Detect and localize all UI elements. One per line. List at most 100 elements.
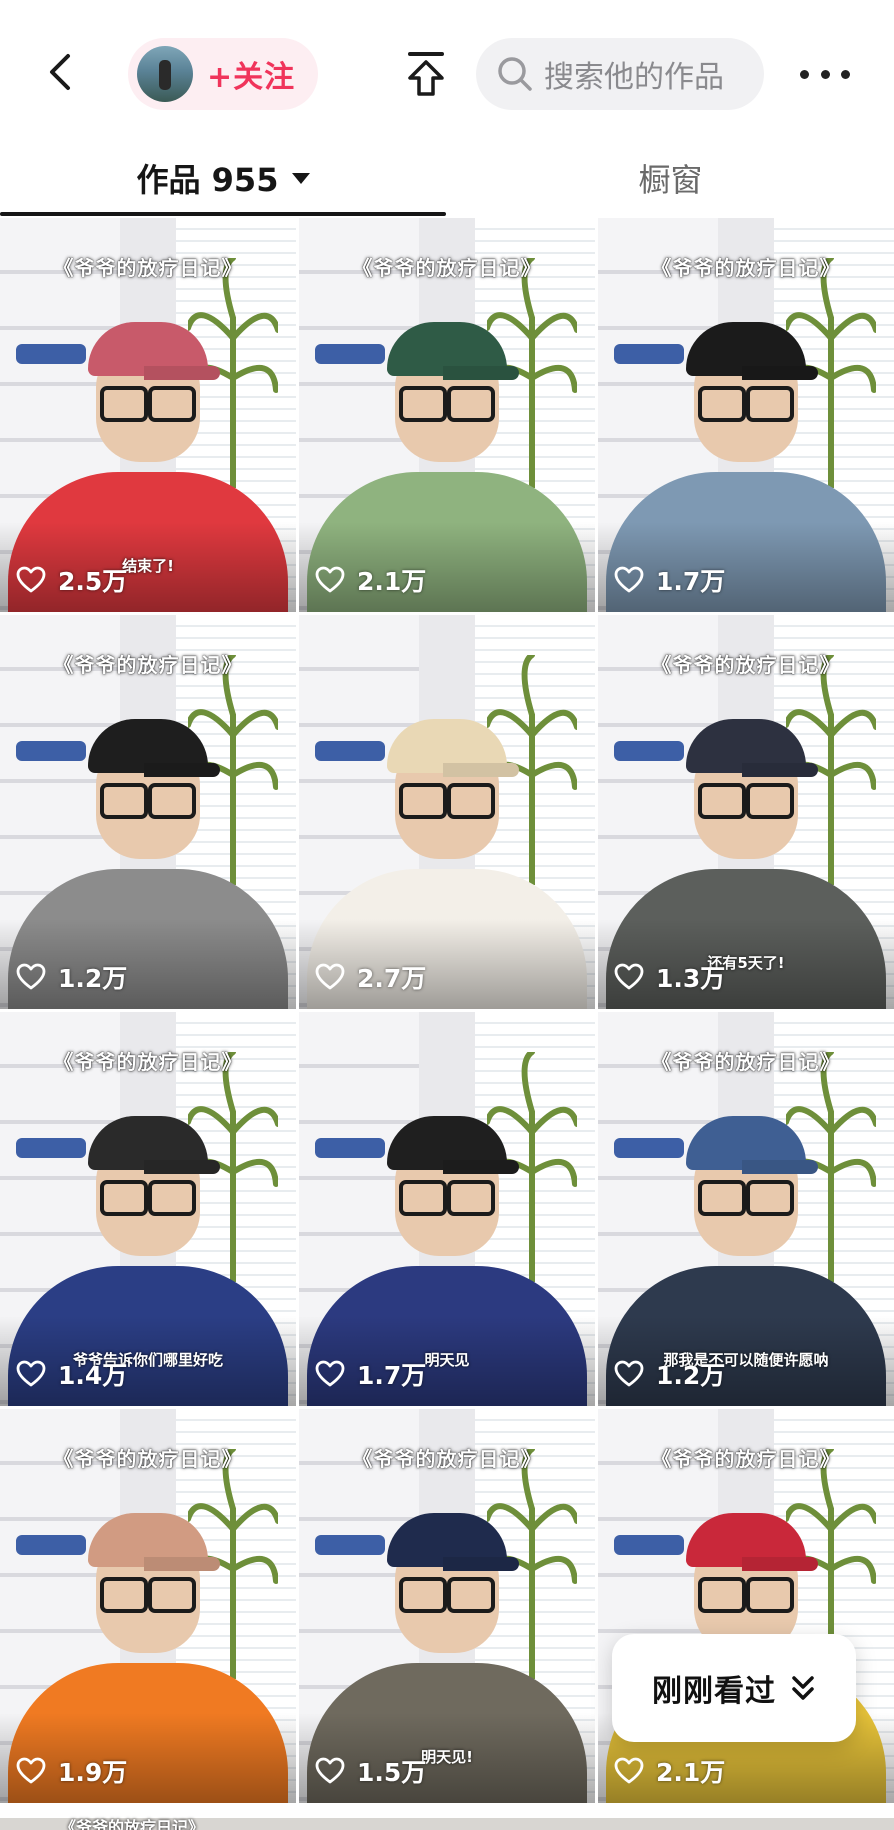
cap-icon <box>387 719 507 773</box>
glasses-icon <box>698 1577 794 1613</box>
caret-down-icon <box>292 172 311 184</box>
video-tile[interactable]: 2.7万 <box>299 615 595 1009</box>
glasses-icon <box>399 783 495 819</box>
video-tile[interactable]: 《爷爷的放疗日记》 2.1万 <box>299 218 595 612</box>
cap-icon <box>387 322 507 376</box>
recently-viewed-label: 刚刚看过 <box>652 1674 776 1709</box>
back-button[interactable] <box>40 50 84 94</box>
video-tile[interactable]: 《爷爷的放疗日记》 2.1万 <box>598 1409 894 1803</box>
recently-viewed-button[interactable]: 刚刚看过 <box>612 1634 856 1742</box>
video-caption: 《爷爷的放疗日记》 <box>352 256 542 280</box>
video-tile[interactable]: 明天见 1.7万 <box>299 1012 595 1406</box>
video-tile[interactable]: 《爷爷的放疗日记》 还有5天了! 1.3万 <box>598 615 894 1009</box>
like-count: 1.3万 <box>614 959 725 995</box>
like-count-value: 2.1万 <box>656 1758 726 1787</box>
cap-icon <box>387 1116 507 1170</box>
like-count-value: 1.2万 <box>58 964 128 993</box>
search-placeholder: 搜索他的作品 <box>544 60 724 95</box>
heart-icon <box>16 1757 46 1784</box>
profile-tabs: 作品 955 橱窗 <box>0 140 894 216</box>
video-caption: 《爷爷的放疗日记》 <box>53 256 243 280</box>
active-tab-indicator <box>0 212 446 216</box>
video-caption: 《爷爷的放疗日记》 <box>651 256 841 280</box>
tab-showcase[interactable]: 橱窗 <box>447 140 894 216</box>
like-count: 1.2万 <box>614 1356 725 1392</box>
video-tile[interactable]: 《爷爷的放疗日记》 1.2万 <box>0 615 296 1009</box>
share-upload-icon <box>408 52 444 96</box>
like-count-value: 1.9万 <box>58 1758 128 1787</box>
tab-showcase-label: 橱窗 <box>638 161 703 199</box>
video-grid: 《爷爷的放疗日记》 结束了! 2.5万 《爷爷的放疗日记》 2.1万 《爷爷的放疗日记》 1… <box>0 218 894 1830</box>
video-caption: 《爷爷的放疗日记》 <box>352 1447 542 1471</box>
more-dot <box>841 69 850 79</box>
like-count: 2.7万 <box>315 959 426 995</box>
glasses-icon <box>399 1180 495 1216</box>
heart-icon <box>315 566 345 593</box>
double-chevron-down-icon <box>792 1676 814 1700</box>
cap-icon <box>88 1513 208 1567</box>
tab-works-label: 作品 955 <box>136 161 279 199</box>
heart-icon <box>614 566 644 593</box>
like-count-value: 1.5万 <box>357 1758 427 1787</box>
chevron-left-icon <box>50 54 70 90</box>
cap-icon <box>88 1116 208 1170</box>
video-tile[interactable]: 《爷爷的放疗日记》 1.7万 <box>598 218 894 612</box>
like-count-value: 1.3万 <box>656 964 726 993</box>
video-caption: 《爷爷的放疗日记》 <box>651 1050 841 1074</box>
more-button[interactable] <box>800 60 850 88</box>
follow-button[interactable]: +关注 <box>128 38 318 110</box>
like-count: 1.5万 <box>315 1753 426 1789</box>
like-count: 1.7万 <box>614 562 725 598</box>
search-input[interactable]: 搜索他的作品 <box>476 38 764 110</box>
glasses-icon <box>399 1577 495 1613</box>
share-button[interactable] <box>404 50 448 98</box>
like-count: 1.4万 <box>16 1356 127 1392</box>
like-count-value: 1.7万 <box>656 567 726 596</box>
heart-icon <box>16 963 46 990</box>
video-caption: 《爷爷的放疗日记》 <box>651 1447 841 1471</box>
like-count-value: 1.2万 <box>656 1361 726 1390</box>
like-count-value: 1.4万 <box>58 1361 128 1390</box>
glasses-icon <box>100 386 196 422</box>
cap-icon <box>88 719 208 773</box>
video-tile[interactable]: 《爷爷的放疗日记》 那我是不可以随便许愿呐 1.2万 <box>598 1012 894 1406</box>
like-count: 2.5万 <box>16 562 127 598</box>
heart-icon <box>315 1757 345 1784</box>
video-tile[interactable]: 《爷爷的放疗日记》 爷爷告诉你们哪里好吃 1.4万 <box>0 1012 296 1406</box>
video-caption: 《爷爷的放疗日记》 <box>53 1050 243 1074</box>
like-count: 1.9万 <box>16 1753 127 1789</box>
more-dot <box>800 69 809 79</box>
like-count: 1.2万 <box>16 959 127 995</box>
glasses-icon <box>698 386 794 422</box>
video-tile[interactable]: 《爷爷的放疗日记》 结束了! 2.5万 <box>0 218 296 612</box>
heart-icon <box>16 566 46 593</box>
heart-icon <box>315 1360 345 1387</box>
search-icon <box>498 57 532 91</box>
cap-icon <box>686 1513 806 1567</box>
heart-icon <box>614 963 644 990</box>
follow-label: +关注 <box>207 60 296 95</box>
cap-icon <box>686 719 806 773</box>
heart-icon <box>315 963 345 990</box>
tab-works[interactable]: 作品 955 <box>0 140 447 216</box>
glasses-icon <box>100 1577 196 1613</box>
like-count-value: 1.7万 <box>357 1361 427 1390</box>
more-dot <box>820 69 830 79</box>
glasses-icon <box>100 1180 196 1216</box>
video-caption: 《爷爷的放疗日记》 <box>651 653 841 677</box>
glasses-icon <box>698 783 794 819</box>
cap-icon <box>686 1116 806 1170</box>
heart-icon <box>614 1757 644 1784</box>
video-tile[interactable]: 《爷爷的放疗日记》 明天见! 1.5万 <box>299 1409 595 1803</box>
like-count-value: 2.7万 <box>357 964 427 993</box>
cap-icon <box>686 322 806 376</box>
top-bar: +关注 搜索他的作品 <box>0 0 894 150</box>
cap-icon <box>387 1513 507 1567</box>
avatar[interactable] <box>137 46 193 102</box>
video-tile[interactable]: 《爷爷的放疗日记》 1.9万 <box>0 1409 296 1803</box>
video-caption: 《爷爷的放疗日记》 <box>53 653 243 677</box>
next-row-caption: 《爷爷的放疗日记》 <box>60 1818 205 1830</box>
glasses-icon <box>698 1180 794 1216</box>
glasses-icon <box>100 783 196 819</box>
video-caption: 《爷爷的放疗日记》 <box>53 1447 243 1471</box>
